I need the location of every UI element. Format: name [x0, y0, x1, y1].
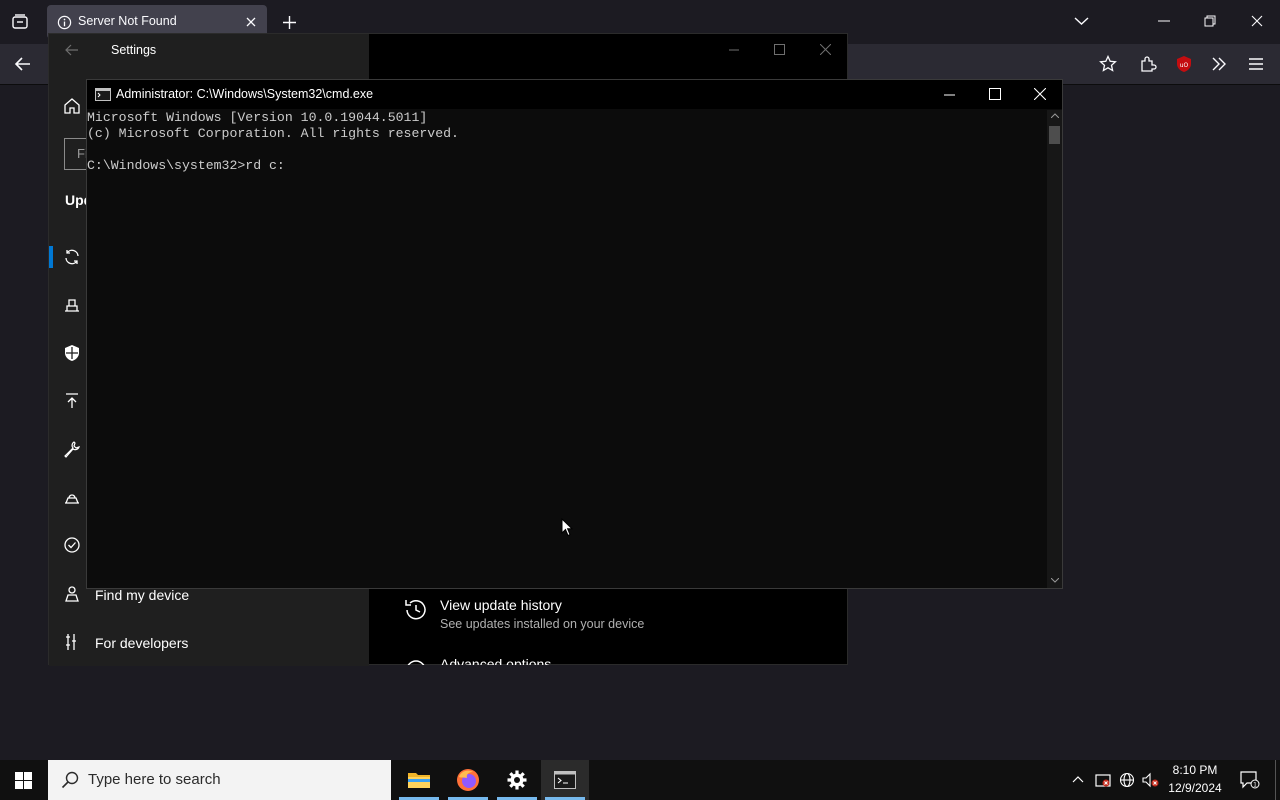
- search-icon: [61, 771, 79, 789]
- ublock-icon[interactable]: uO: [1175, 55, 1193, 73]
- volume-muted-icon[interactable]: [1142, 772, 1160, 788]
- cmd-scrollbar[interactable]: [1047, 110, 1062, 588]
- extensions-icon[interactable]: [1139, 55, 1157, 73]
- mouse-cursor-icon: [561, 518, 573, 537]
- activation-check-icon[interactable]: [63, 536, 83, 556]
- scroll-down-icon[interactable]: [1051, 578, 1059, 583]
- tab-overview-icon[interactable]: [10, 12, 30, 32]
- sidebar-item-for-developers[interactable]: For developers: [95, 635, 188, 651]
- close-window-icon[interactable]: [1251, 15, 1263, 27]
- scroll-up-icon[interactable]: [1051, 113, 1059, 118]
- cmd-app-icon: [95, 88, 111, 101]
- cmd-window: Administrator: C:\Windows\System32\cmd.e…: [86, 79, 1063, 589]
- delivery-optimization-icon[interactable]: [63, 296, 83, 316]
- restore-icon[interactable]: [1204, 15, 1216, 27]
- advanced-options-clip: Advanced options: [440, 656, 551, 665]
- troubleshoot-wrench-icon[interactable]: [63, 440, 83, 460]
- settings-title: Settings: [111, 43, 157, 57]
- console-prompt-line: C:\Windows\system32>rd c:: [87, 158, 285, 173]
- action-center-notification-icon[interactable]: 1: [1240, 771, 1260, 789]
- taskbar-firefox[interactable]: [444, 760, 492, 800]
- settings-minimize-icon[interactable]: [729, 49, 739, 51]
- new-tab-icon[interactable]: [282, 15, 297, 30]
- svg-text:uO: uO: [1180, 62, 1189, 69]
- settings-close-icon[interactable]: [820, 44, 831, 55]
- taskbar-search-box[interactable]: Type here to search: [48, 760, 391, 800]
- advanced-options-link[interactable]: Advanced options: [440, 656, 551, 665]
- firefox-icon: [456, 768, 480, 792]
- backup-icon[interactable]: [63, 392, 83, 412]
- view-update-history-subtitle: See updates installed on your device: [440, 617, 645, 631]
- list-tabs-icon[interactable]: [1074, 15, 1089, 27]
- selected-indicator: [49, 246, 53, 268]
- recovery-icon[interactable]: [63, 488, 83, 508]
- show-hidden-icons-chevron-icon[interactable]: [1072, 775, 1084, 783]
- tray-security-icon[interactable]: [1095, 772, 1111, 788]
- taskbar-search-placeholder: Type here to search: [88, 771, 221, 788]
- cmd-maximize-icon[interactable]: [989, 88, 1001, 100]
- advanced-options-icon: [403, 657, 429, 665]
- taskbar-file-explorer[interactable]: [395, 760, 443, 800]
- settings-maximize-icon[interactable]: [774, 44, 785, 55]
- taskbar-command-prompt[interactable]: [541, 760, 589, 800]
- settings-back-icon[interactable]: [65, 43, 79, 57]
- svg-text:1: 1: [1253, 782, 1257, 789]
- terminal-icon: [554, 771, 576, 789]
- windows-security-icon[interactable]: [63, 344, 83, 364]
- home-icon[interactable]: [63, 97, 83, 117]
- console-line: Microsoft Windows [Version 10.0.19044.50…: [87, 110, 428, 125]
- scroll-thumb[interactable]: [1049, 126, 1060, 144]
- clock-date[interactable]: 12/9/2024: [1166, 781, 1224, 795]
- bookmark-star-icon[interactable]: [1099, 55, 1117, 73]
- network-globe-icon[interactable]: [1119, 772, 1135, 788]
- gear-icon: [506, 769, 528, 791]
- cmd-console[interactable]: Microsoft Windows [Version 10.0.19044.50…: [87, 110, 1047, 588]
- console-line: (c) Microsoft Corporation. All rights re…: [87, 126, 459, 141]
- hamburger-menu-icon[interactable]: [1248, 57, 1264, 71]
- taskbar: Type here to search 8:10 PM 12/9/2024 1: [0, 760, 1280, 800]
- folder-icon: [407, 770, 431, 790]
- back-icon[interactable]: [14, 55, 32, 73]
- person-pin-icon: [63, 585, 83, 605]
- show-desktop-button[interactable]: [1275, 760, 1276, 800]
- overflow-chevrons-icon[interactable]: [1211, 56, 1227, 72]
- taskbar-settings[interactable]: [493, 760, 541, 800]
- developer-tools-icon: [63, 633, 83, 653]
- history-clock-icon: [403, 597, 429, 623]
- sidebar-item-find-my-device[interactable]: Find my device: [95, 587, 189, 603]
- minimize-icon[interactable]: [1158, 20, 1170, 22]
- windows-start-icon[interactable]: [15, 772, 32, 789]
- cmd-title: Administrator: C:\Windows\System32\cmd.e…: [116, 87, 374, 101]
- tab-title: Server Not Found: [78, 14, 177, 28]
- clock-time[interactable]: 8:10 PM: [1166, 763, 1224, 777]
- view-update-history-link[interactable]: View update history: [440, 597, 562, 613]
- info-icon: [57, 15, 72, 30]
- cmd-titlebar[interactable]: Administrator: C:\Windows\System32\cmd.e…: [87, 80, 1062, 109]
- close-tab-icon[interactable]: [244, 15, 258, 29]
- cmd-minimize-icon[interactable]: [944, 94, 955, 96]
- cmd-close-icon[interactable]: [1034, 88, 1046, 100]
- windows-update-icon[interactable]: [63, 248, 83, 268]
